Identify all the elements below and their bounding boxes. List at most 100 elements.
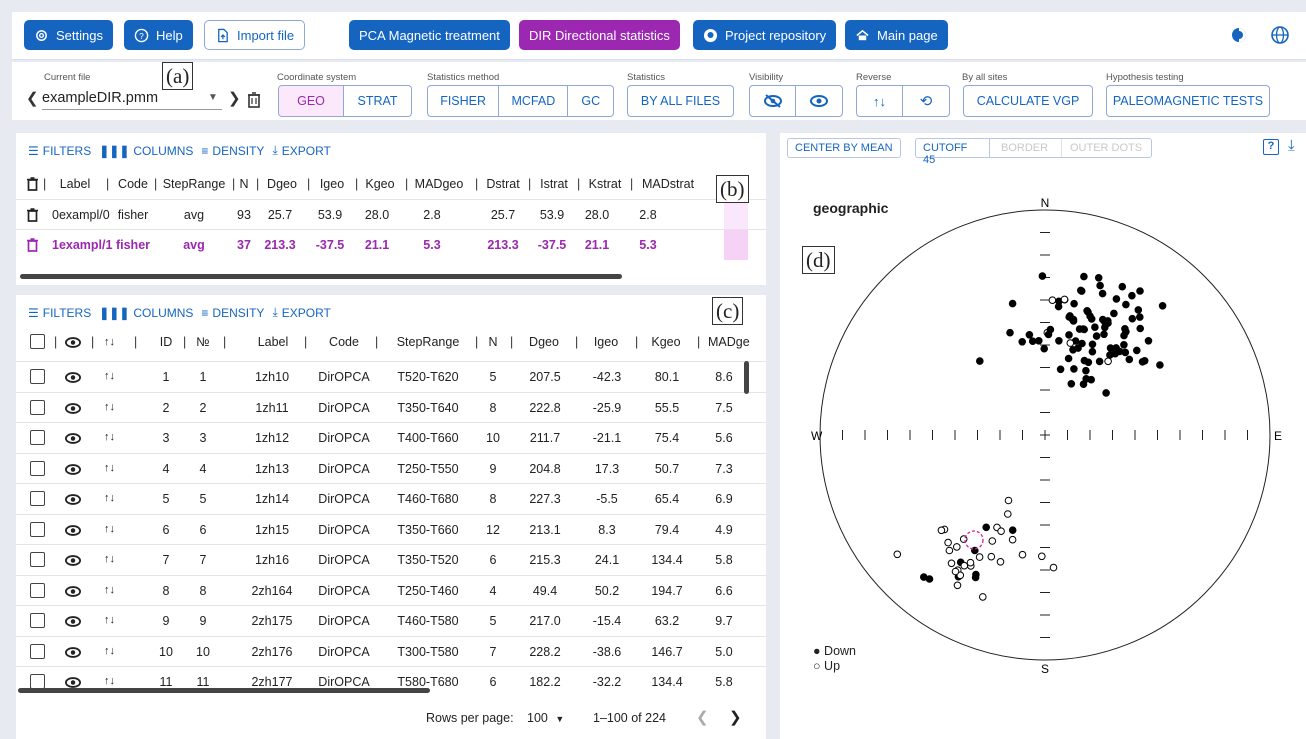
- reset-reverse-button[interactable]: ⟲: [903, 86, 949, 116]
- language-globe-icon[interactable]: [1270, 25, 1290, 45]
- col-igeo[interactable]: Igeo: [314, 177, 350, 191]
- settings-button[interactable]: Settings: [24, 20, 113, 50]
- swap-vert-icon[interactable]: ↑↓: [104, 523, 115, 535]
- paleomagnetic-tests-button[interactable]: PALEOMAGNETIC TESTS: [1107, 86, 1269, 116]
- pca-tab-button[interactable]: PCA Magnetic treatment: [349, 20, 510, 50]
- help-button[interactable]: ? Help: [124, 20, 193, 50]
- help-icon[interactable]: ?: [1263, 139, 1279, 155]
- row-checkbox[interactable]: [30, 491, 45, 506]
- coord-geo-button[interactable]: GEO: [279, 86, 345, 116]
- col-code[interactable]: Code: [113, 177, 153, 191]
- eye-icon[interactable]: [65, 463, 81, 475]
- table-row[interactable]: ↑↓ 9 9 2zh175 DirOPCA T460-T580 5 217.0 -15.4 63.…: [16, 605, 766, 635]
- stats-table-row[interactable]: 0exampl/0 fisher avg 93 25.7 53.9 28.0 2…: [16, 199, 766, 230]
- swap-vert-icon[interactable]: ↑↓: [104, 614, 115, 626]
- swap-vert-icon[interactable]: ↑↓: [104, 492, 115, 504]
- table-row[interactable]: ↑↓ 7 7 1zh16 DirOPCA T350-T520 6 215.3 24.1 134.4…: [16, 544, 766, 574]
- next-page-icon[interactable]: ❯: [729, 708, 742, 726]
- prev-file-icon[interactable]: ❮: [26, 89, 39, 107]
- row-checkbox[interactable]: [30, 552, 45, 567]
- eye-icon[interactable]: [65, 494, 81, 505]
- method-gc-button[interactable]: GC: [568, 86, 613, 116]
- table-row[interactable]: ↑↓ 1 1 1zh10 DirOPCA T520-T620 5 207.5 -42.3 80.1…: [16, 361, 766, 391]
- table-row[interactable]: ↑↓ 2 2 1zh11 DirOPCA T350-T640 8 222.8 -25.9 55.5…: [16, 391, 766, 422]
- swap-vert-icon[interactable]: ↑↓: [104, 584, 115, 596]
- col-label[interactable]: Label: [52, 177, 98, 191]
- col-igeo[interactable]: Igeo: [588, 335, 624, 349]
- reverse-button[interactable]: ↑↓: [857, 86, 904, 116]
- border-button[interactable]: BORDER: [990, 139, 1062, 157]
- calculate-vgp-button[interactable]: CALCULATE VGP: [964, 86, 1092, 116]
- row-checkbox[interactable]: [30, 460, 45, 476]
- swap-vert-icon[interactable]: ↑↓: [104, 462, 115, 474]
- filters-button[interactable]: ☰ FILTERS: [28, 306, 91, 320]
- export-button[interactable]: ⤓ EXPORT: [272, 305, 330, 320]
- eye-icon[interactable]: [65, 433, 81, 444]
- col-madgeo[interactable]: MADge: [708, 335, 754, 349]
- delete-all-icon[interactable]: [27, 177, 38, 191]
- row-checkbox[interactable]: [30, 399, 45, 415]
- columns-button[interactable]: ❚❚❚ COLUMNS: [99, 306, 193, 320]
- columns-button[interactable]: ❚❚❚ COLUMNS: [99, 144, 193, 158]
- theme-toggle-icon[interactable]: [1229, 25, 1249, 45]
- import-file-button[interactable]: Import file: [204, 20, 306, 50]
- swap-vert-icon[interactable]: ↑↓: [104, 553, 115, 565]
- method-mcfad-button[interactable]: MCFAD: [499, 86, 569, 116]
- current-file-select[interactable]: exampleDIR.pmm ▼: [42, 90, 222, 110]
- col-istrat[interactable]: Istrat: [534, 177, 574, 191]
- eye-icon[interactable]: [65, 646, 81, 658]
- method-fisher-button[interactable]: FISHER: [428, 86, 500, 116]
- col-madstrat[interactable]: MADstrat: [635, 177, 701, 191]
- select-all-checkbox[interactable]: [30, 334, 45, 349]
- by-all-files-button[interactable]: BY ALL FILES: [628, 86, 733, 116]
- col-n[interactable]: N: [237, 177, 251, 191]
- row-checkbox[interactable]: [30, 369, 45, 384]
- col-madgeo[interactable]: MADgeo: [410, 177, 468, 191]
- table-row[interactable]: ↑↓ 5 5 1zh14 DirOPCA T460-T680 8 227.3 -5.5 65.4 6…: [16, 483, 766, 513]
- center-by-mean-button[interactable]: CENTER BY MEAN: [787, 138, 901, 158]
- dir-tab-button[interactable]: DIR Directional statistics: [519, 20, 680, 50]
- delete-row-icon[interactable]: [27, 238, 38, 252]
- col-id[interactable]: ID: [154, 335, 178, 349]
- project-repository-button[interactable]: Project repository: [693, 20, 837, 50]
- col-dgeo[interactable]: Dgeo: [262, 177, 302, 191]
- col-kgeo[interactable]: Kgeo: [646, 335, 686, 349]
- col-kstrat[interactable]: Kstrat: [582, 177, 628, 191]
- eye-icon[interactable]: [65, 524, 81, 536]
- col-kgeo[interactable]: Kgeo: [360, 177, 400, 191]
- eye-icon[interactable]: [65, 677, 81, 688]
- eye-icon[interactable]: [65, 585, 81, 597]
- col-steprange[interactable]: StepRange: [392, 335, 464, 349]
- delete-file-icon[interactable]: [247, 92, 261, 108]
- outer-dots-button[interactable]: OUTER DOTS: [1062, 139, 1152, 157]
- vertical-scrollbar[interactable]: [744, 361, 749, 394]
- delete-row-icon[interactable]: [27, 208, 38, 222]
- eye-icon[interactable]: [65, 372, 81, 383]
- main-page-button[interactable]: Main page: [845, 20, 948, 50]
- row-checkbox[interactable]: [30, 674, 45, 689]
- row-checkbox[interactable]: [30, 643, 45, 659]
- density-button[interactable]: ≡ DENSITY: [201, 144, 264, 158]
- export-button[interactable]: ⤓ EXPORT: [272, 143, 330, 158]
- table-row[interactable]: ↑↓ 10 10 2zh176 DirOPCA T300-T580 7 228.2 -38.6 1…: [16, 635, 766, 666]
- stats-table-row-selected[interactable]: 1exampl/1 fisher avg 37 213.3 -37.5 21.1…: [16, 229, 766, 260]
- eye-icon[interactable]: [65, 616, 81, 627]
- col-dstrat[interactable]: Dstrat: [482, 177, 524, 191]
- horizontal-scrollbar[interactable]: [18, 688, 430, 693]
- col-steprange[interactable]: StepRange: [158, 177, 230, 191]
- swap-vert-icon[interactable]: ↑↓: [104, 645, 115, 657]
- cutoff-button[interactable]: CUTOFF 45: [916, 139, 990, 166]
- horizontal-scrollbar[interactable]: [20, 274, 622, 279]
- hide-button[interactable]: [750, 86, 797, 116]
- col-code[interactable]: Code: [322, 335, 366, 349]
- swap-vert-icon[interactable]: ↑↓: [104, 675, 115, 687]
- rows-per-page-select[interactable]: 100 ▼: [527, 711, 564, 725]
- show-button[interactable]: [796, 86, 842, 116]
- col-n[interactable]: N: [486, 335, 500, 349]
- table-row[interactable]: ↑↓ 6 6 1zh15 DirOPCA T350-T660 12 213.1 8.3 79.4 4…: [16, 513, 766, 544]
- download-icon[interactable]: ⤓: [1288, 137, 1295, 154]
- table-row[interactable]: ↑↓ 4 4 1zh13 DirOPCA T250-T550 9 204.8 17.3 50.7 7…: [16, 452, 766, 483]
- table-row[interactable]: ↑↓ 8 8 2zh164 DirOPCA T250-T460 4 49.4 50.2 194.7…: [16, 574, 766, 605]
- col-number[interactable]: №: [191, 335, 215, 349]
- col-label[interactable]: Label: [250, 335, 296, 349]
